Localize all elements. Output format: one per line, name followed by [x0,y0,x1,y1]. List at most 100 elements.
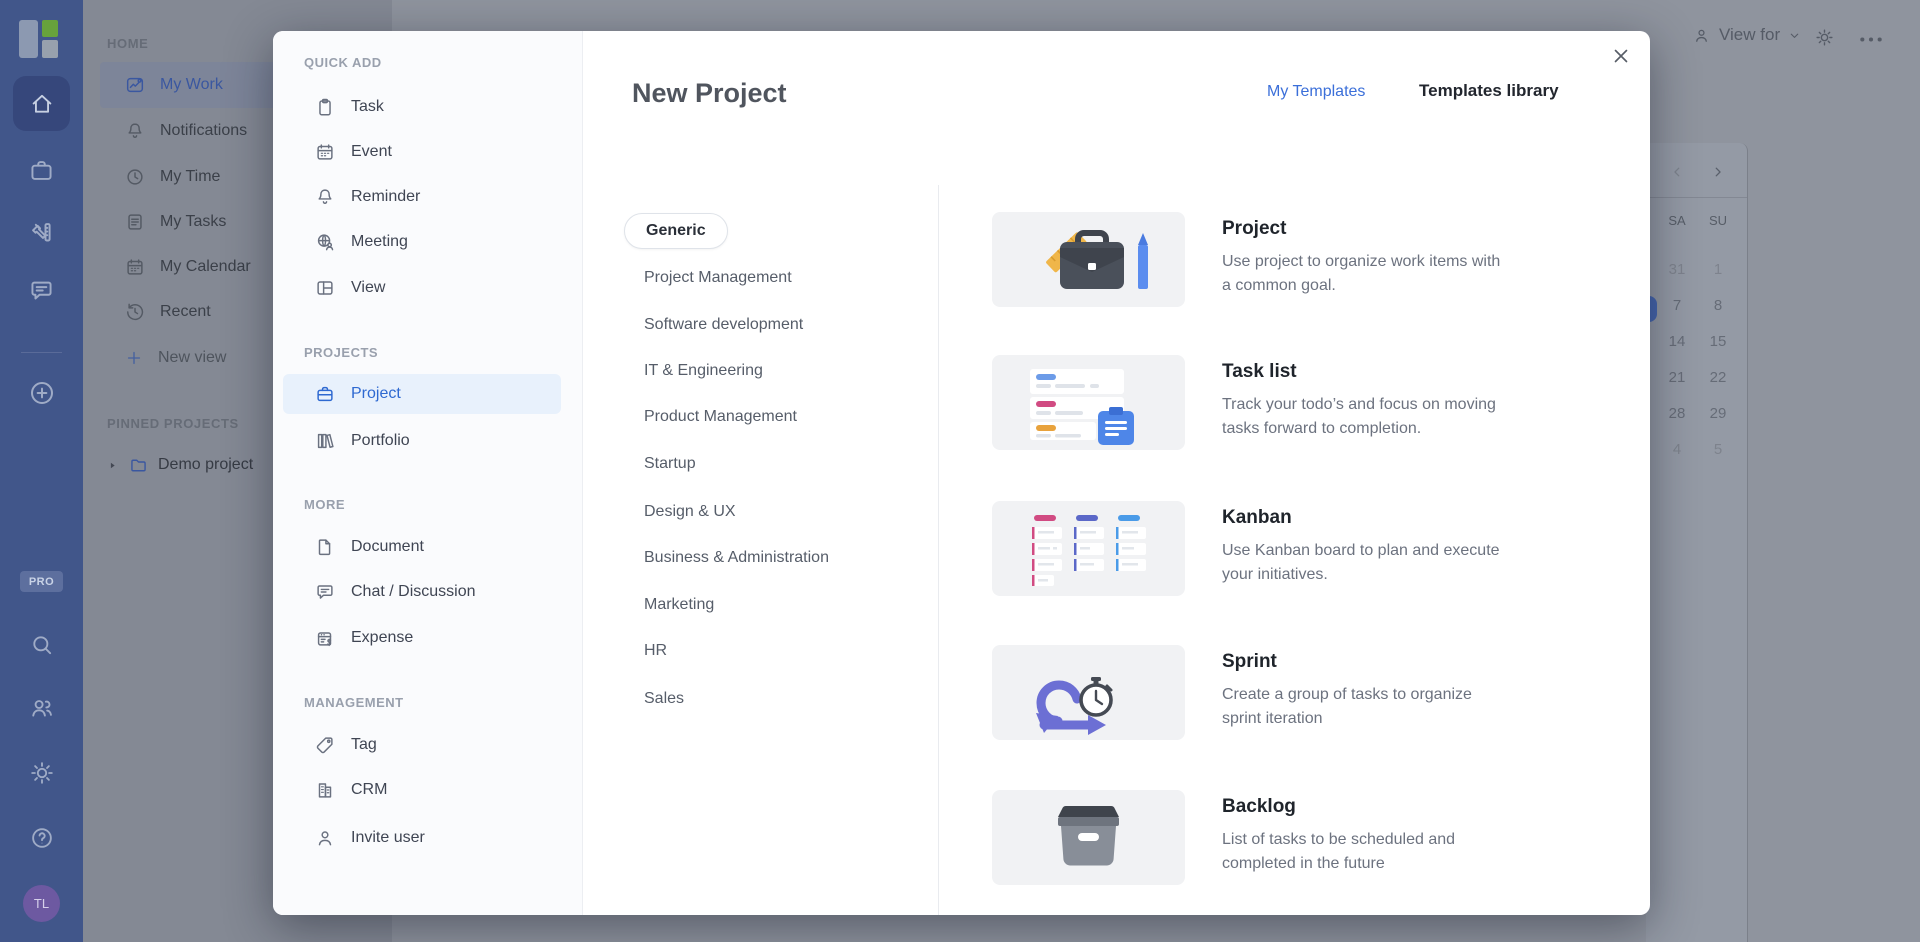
tab-my-templates[interactable]: My Templates [1267,83,1365,101]
rail-divider [21,352,62,353]
books-icon [314,430,336,452]
rail-help-button[interactable] [0,824,83,852]
pinned-projects-header: PINNED PROJECTS [107,416,239,431]
file-icon [314,536,336,558]
template-name[interactable]: Backlog [1222,796,1296,818]
modal-close-button[interactable] [1607,42,1635,70]
category-design-ux[interactable]: Design & UX [644,501,736,523]
nav-tag[interactable]: Tag [283,725,561,765]
rail-people-button[interactable] [0,694,83,722]
cash-register-icon [314,627,336,649]
template-thumb-project[interactable] [992,212,1185,307]
nav-item-label: Meeting [351,233,408,251]
nav-item-label: CRM [351,781,387,799]
template-thumb-kanban[interactable] [992,501,1185,596]
category-business-administration[interactable]: Business & Administration [644,547,829,569]
category-sales[interactable]: Sales [644,688,684,710]
rail-home-button[interactable] [13,76,70,131]
rail-messages-button[interactable] [0,276,83,305]
settings-icon [28,759,56,787]
calendar-date[interactable]: 7 [1663,297,1691,314]
page-settings-button[interactable] [1814,27,1835,48]
user-avatar[interactable]: TL [23,885,60,922]
template-name[interactable]: Sprint [1222,651,1277,673]
calendar-day-header-su: SU [1704,213,1732,228]
calendar-date[interactable]: 4 [1663,441,1691,458]
calendar-date[interactable]: 8 [1704,297,1732,314]
bell-icon [314,186,336,208]
calendar-date[interactable]: 1 [1704,261,1732,278]
page-more-button[interactable] [1858,33,1884,46]
nav-item-label: Invite user [351,829,425,847]
quick-add-task[interactable]: Task [283,87,561,127]
task-list-illustration [992,355,1185,450]
tab-templates-library[interactable]: Templates library [1419,81,1559,101]
calendar-icon [314,141,336,163]
category-marketing[interactable]: Marketing [644,594,714,616]
template-thumb-task-list[interactable] [992,355,1185,450]
calendar-date[interactable]: 28 [1663,405,1691,422]
quick-add-meeting[interactable]: Meeting [283,222,561,262]
template-thumb-backlog[interactable] [992,790,1185,885]
new-project-modal: QUICK ADD Task Event Reminder Meeting Vi… [273,31,1650,915]
caret-right-icon[interactable] [106,459,119,472]
app-rail: PRO TL [0,0,83,942]
folder-icon [128,455,149,476]
template-description: Create a group of tasks to organize spri… [1222,683,1592,731]
add-circle-icon [27,378,57,408]
nav-invite-user[interactable]: Invite user [283,818,561,858]
category-hr[interactable]: HR [644,640,667,662]
category-generic-selected[interactable]: Generic [624,213,728,249]
rail-tools-button[interactable] [0,218,83,247]
calendar-date[interactable]: 14 [1663,333,1691,350]
template-name[interactable]: Kanban [1222,507,1292,529]
home-icon [28,90,56,118]
template-name[interactable]: Project [1222,218,1286,240]
logo-block-gray [42,40,58,58]
view-for-dropdown[interactable]: View for [1692,25,1801,45]
calendar-date[interactable]: 21 [1663,369,1691,386]
plus-icon [124,348,144,368]
pro-badge: PRO [20,571,63,592]
nav-portfolio[interactable]: Portfolio [283,421,561,461]
nav-expense[interactable]: Expense [283,618,561,658]
rail-projects-button[interactable] [0,156,83,185]
quick-add-event[interactable]: Event [283,132,561,172]
quick-add-view[interactable]: View [283,268,561,308]
calendar-date[interactable]: 31 [1663,261,1691,278]
nav-document[interactable]: Document [283,527,561,567]
sidebar-item-label: My Time [160,168,220,186]
nav-item-label: Document [351,538,424,556]
nav-item-label: Task [351,98,384,116]
category-project-management[interactable]: Project Management [644,267,792,289]
category-startup[interactable]: Startup [644,453,696,475]
category-templates-divider [938,185,939,915]
category-product-management[interactable]: Product Management [644,406,797,428]
category-it-engineering[interactable]: IT & Engineering [644,360,763,382]
calendar-selected-date-sliver [1649,296,1657,322]
sidebar-home-header: HOME [107,36,148,51]
briefcase-illustration [992,212,1185,307]
nav-crm[interactable]: CRM [283,770,561,810]
template-name[interactable]: Task list [1222,361,1297,383]
rail-settings-button[interactable] [0,759,83,787]
calendar-next-button[interactable] [1711,165,1725,179]
search-icon [28,631,56,659]
calendar-prev-button[interactable] [1670,165,1684,179]
calendar-day-header-sa: SA [1663,213,1691,228]
calendar-date[interactable]: 5 [1704,441,1732,458]
clipboard-icon [314,96,336,118]
calendar-date[interactable]: 29 [1704,405,1732,422]
app-logo[interactable] [19,20,59,60]
quick-add-reminder[interactable]: Reminder [283,177,561,217]
rail-add-button[interactable] [0,378,83,408]
calendar-date[interactable]: 22 [1704,369,1732,386]
chat-icon [27,276,56,305]
rail-search-button[interactable] [0,631,83,659]
nav-project-active[interactable]: Project [283,374,561,414]
nav-chat-discussion[interactable]: Chat / Discussion [283,572,561,612]
template-thumb-sprint[interactable] [992,645,1185,740]
person-icon [314,827,336,849]
category-software-development[interactable]: Software development [644,314,803,336]
calendar-date[interactable]: 15 [1704,333,1732,350]
